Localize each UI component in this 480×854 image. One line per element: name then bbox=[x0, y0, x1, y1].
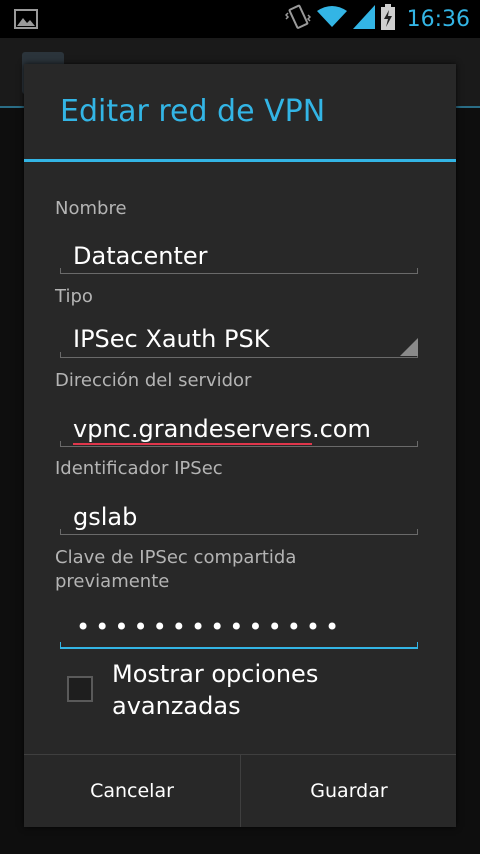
type-label: Tipo bbox=[55, 286, 93, 307]
save-button[interactable]: Guardar bbox=[241, 755, 457, 827]
psk-value: •••••••••••••• bbox=[76, 613, 345, 641]
title-divider bbox=[24, 159, 456, 162]
dropdown-arrow-icon bbox=[400, 338, 418, 356]
name-value: Datacenter bbox=[73, 242, 208, 270]
clock: 16:36 bbox=[406, 6, 470, 32]
ipsec-id-value: gslab bbox=[73, 503, 138, 531]
server-value: vpnc.grandeservers.com bbox=[73, 415, 371, 445]
edit-vpn-dialog: Editar red de VPN Nombre Datacenter Tipo… bbox=[24, 64, 456, 827]
show-advanced-label[interactable]: Mostrar opciones avanzadas bbox=[112, 658, 412, 722]
psk-field[interactable]: •••••••••••••• bbox=[60, 609, 418, 649]
cancel-button[interactable]: Cancelar bbox=[24, 755, 240, 827]
name-label: Nombre bbox=[55, 198, 127, 219]
vibrate-icon bbox=[284, 4, 311, 34]
server-value-suffix: .com bbox=[311, 415, 371, 443]
server-label: Dirección del servidor bbox=[55, 370, 252, 391]
ipsec-id-label: Identificador IPSec bbox=[55, 458, 223, 479]
type-value: IPSec Xauth PSK bbox=[73, 325, 270, 353]
image-notification-icon bbox=[14, 9, 38, 33]
battery-charging-icon bbox=[380, 4, 395, 34]
show-advanced-checkbox[interactable] bbox=[67, 676, 93, 702]
signal-icon bbox=[352, 5, 375, 33]
ipsec-id-field[interactable]: gslab bbox=[60, 495, 418, 535]
name-field[interactable]: Datacenter bbox=[60, 234, 418, 274]
wifi-icon bbox=[316, 5, 347, 33]
psk-label: Clave de IPSec compartida previamente bbox=[55, 547, 297, 592]
status-bar: 16:36 bbox=[0, 0, 480, 38]
server-value-misspelled: vpnc.grandeservers bbox=[73, 415, 312, 445]
type-spinner[interactable]: IPSec Xauth PSK bbox=[60, 318, 418, 358]
server-field[interactable]: vpnc.grandeservers.com bbox=[60, 407, 418, 447]
dialog-title: Editar red de VPN bbox=[60, 94, 326, 129]
